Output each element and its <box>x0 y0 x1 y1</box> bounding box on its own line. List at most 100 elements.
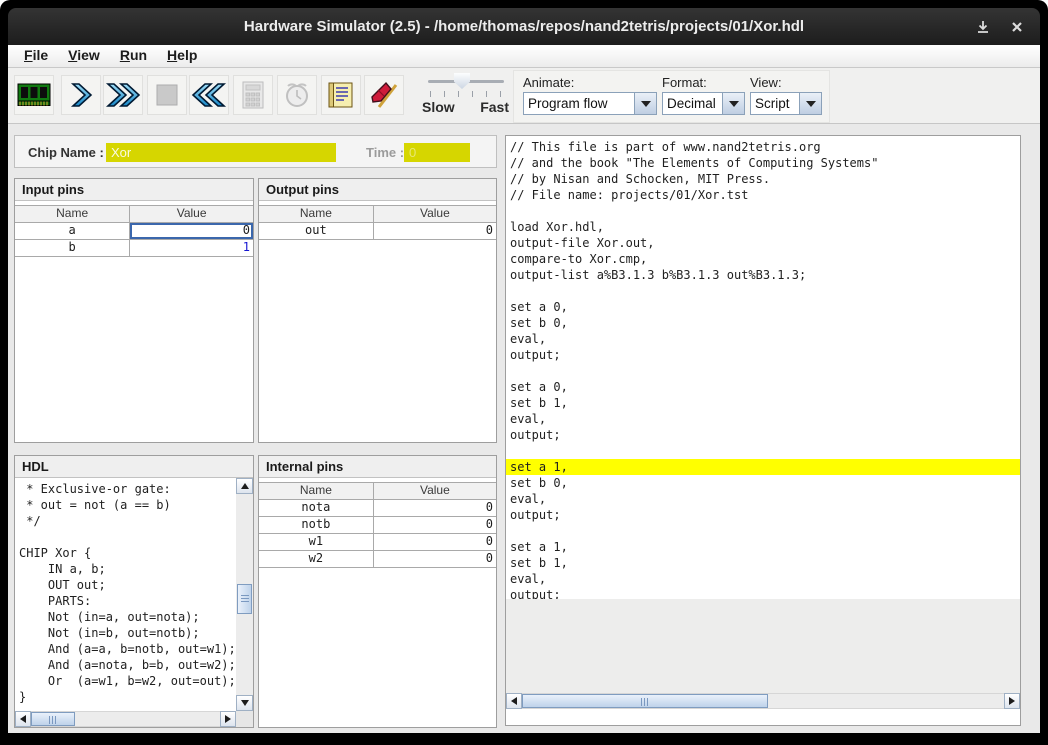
pin-name: nota <box>259 500 373 516</box>
pin-value-cell[interactable]: 0 <box>373 551 496 567</box>
minimize-icon <box>975 19 991 35</box>
code-line: set b 1, <box>510 395 1020 411</box>
pin-value-cell[interactable]: 1 <box>129 240 253 256</box>
scroll-up-button[interactable] <box>236 478 253 494</box>
load-script-button[interactable] <box>321 75 361 115</box>
scroll-left-button[interactable] <box>15 711 31 727</box>
value-column-header: Value <box>129 206 253 222</box>
scroll-right-button[interactable] <box>220 711 236 727</box>
code-line <box>510 443 1020 459</box>
time-field: 0 <box>404 143 470 162</box>
load-chip-button[interactable] <box>14 75 54 115</box>
script-scroll-icon <box>326 80 356 110</box>
code-line: eval, <box>510 411 1020 427</box>
format-value: Decimal <box>663 93 722 114</box>
code-line <box>510 283 1020 299</box>
hdl-code: * Exclusive-or gate: * out = not (a == b… <box>15 478 236 711</box>
view-select[interactable]: Script <box>750 92 822 115</box>
code-line: * out = not (a == b) <box>19 497 236 513</box>
format-select[interactable]: Decimal <box>662 92 745 115</box>
pin-name: w1 <box>259 534 373 550</box>
table-header: Name Value <box>15 206 253 223</box>
app-window: Hardware Simulator (2.5) - /home/thomas/… <box>0 0 1048 745</box>
code-line: output; <box>510 347 1020 363</box>
pin-name: b <box>15 240 129 256</box>
pin-value-cell[interactable]: 0 <box>373 517 496 533</box>
input-pins-title: Input pins <box>15 179 253 201</box>
code-line: set a 0, <box>510 379 1020 395</box>
pin-value-cell[interactable]: 0 <box>373 223 496 239</box>
view-dropdown-button[interactable] <box>799 93 821 114</box>
code-line: set a 0, <box>510 299 1020 315</box>
scroll-thumb[interactable] <box>522 694 768 708</box>
hdl-horizontal-scrollbar <box>15 711 236 727</box>
step-forward-icon <box>67 81 95 109</box>
animate-label: Animate: <box>523 75 657 90</box>
pin-value-cell[interactable]: 0 <box>129 223 253 239</box>
code-line: OUT out; <box>19 577 236 593</box>
code-line: And (a=nota, b=b, out=w2); <box>19 657 236 673</box>
arrow-left-icon <box>511 697 517 705</box>
window-title: Hardware Simulator (2.5) - /home/thomas/… <box>8 8 1040 45</box>
menu-bar: File View Run Help <box>8 45 1040 68</box>
menu-help[interactable]: Help <box>159 47 209 65</box>
format-dropdown-button[interactable] <box>722 93 744 114</box>
code-line: IN a, b; <box>19 561 236 577</box>
title-bar[interactable]: Hardware Simulator (2.5) - /home/thomas/… <box>8 8 1040 45</box>
calculator-icon <box>240 80 266 110</box>
run-button[interactable] <box>103 75 143 115</box>
input-pins-panel: Input pins Name Value a0b1 <box>14 178 254 443</box>
arrow-right-icon <box>225 715 231 723</box>
hdl-body: * Exclusive-or gate: * out = not (a == b… <box>15 478 253 727</box>
menu-view[interactable]: View <box>60 47 112 65</box>
code-line: And (a=a, b=notb, out=w1); <box>19 641 236 657</box>
reset-button[interactable] <box>189 75 229 115</box>
stop-icon <box>155 83 179 107</box>
chip-name-field[interactable]: Xor <box>106 143 336 162</box>
code-line: CHIP Xor { <box>19 545 236 561</box>
output-pins-table: Name Value out0 <box>259 205 496 240</box>
code-line: set b 0, <box>510 475 1020 491</box>
scroll-right-button[interactable] <box>1004 693 1020 709</box>
fast-forward-icon <box>105 81 141 109</box>
code-line: } <box>19 689 236 705</box>
slider-thumb[interactable] <box>454 73 470 89</box>
name-column-header: Name <box>15 206 129 222</box>
stop-button[interactable] <box>147 75 187 115</box>
scroll-left-button[interactable] <box>506 693 522 709</box>
code-line: PARTS: <box>19 593 236 609</box>
animate-select[interactable]: Program flow <box>523 92 657 115</box>
code-line: // by Nisan and Schocken, MIT Press. <box>510 171 1020 187</box>
clear-button[interactable] <box>364 75 404 115</box>
scroll-track[interactable] <box>31 711 220 727</box>
pin-value-cell[interactable]: 0 <box>373 500 496 516</box>
scroll-thumb[interactable] <box>237 584 252 614</box>
hdl-title: HDL <box>15 456 253 478</box>
scroll-track[interactable] <box>522 693 1004 709</box>
chevron-down-icon <box>641 101 651 107</box>
clock-icon <box>283 80 311 110</box>
code-line: set b 1, <box>510 555 1020 571</box>
scroll-down-button[interactable] <box>236 695 253 711</box>
scroll-track[interactable] <box>236 494 253 695</box>
speed-slider: Slow Fast <box>420 70 512 120</box>
animate-dropdown-button[interactable] <box>634 93 656 114</box>
single-step-button[interactable] <box>61 75 101 115</box>
pin-name: a <box>15 223 129 239</box>
scroll-thumb[interactable] <box>31 712 75 726</box>
menu-file[interactable]: File <box>16 47 60 65</box>
pin-value-cell[interactable]: 0 <box>373 534 496 550</box>
hdl-vertical-scrollbar <box>236 478 253 711</box>
internal-pins-panel: Internal pins Name Value nota0notb0w10w2… <box>258 455 497 728</box>
slider-ticks <box>430 91 503 97</box>
clock-button[interactable] <box>277 75 317 115</box>
code-line <box>19 529 236 545</box>
name-column-header: Name <box>259 483 373 499</box>
pin-row: out0 <box>259 223 496 239</box>
close-button[interactable] <box>1006 16 1028 38</box>
pin-row: nota0 <box>259 500 496 517</box>
menu-run[interactable]: Run <box>112 47 159 65</box>
minimize-button[interactable] <box>972 16 994 38</box>
code-line <box>510 203 1020 219</box>
calculator-button[interactable] <box>233 75 273 115</box>
